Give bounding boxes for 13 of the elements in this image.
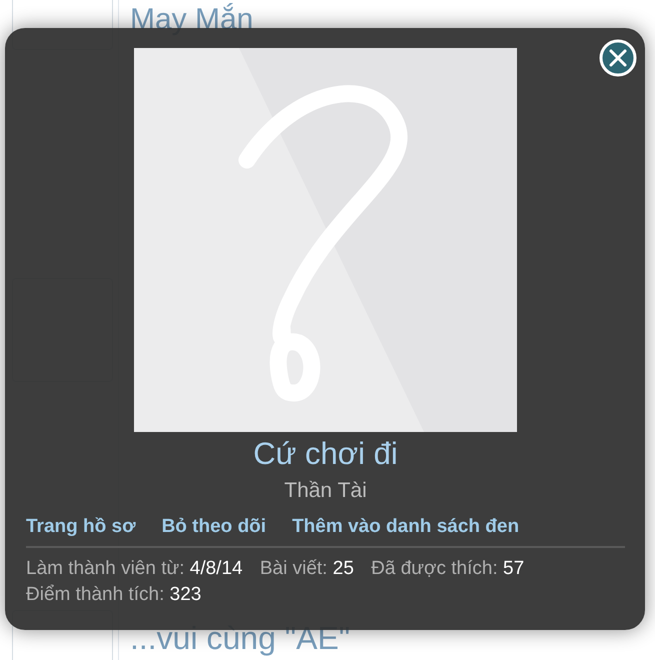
stat-value: 57 xyxy=(503,558,524,579)
stat-value: 4/8/14 xyxy=(190,558,243,579)
stat-label: Điểm thành tích: xyxy=(26,584,164,605)
user-title: Thần Tài xyxy=(284,478,367,504)
stat-value: 25 xyxy=(332,558,354,579)
stat-label: Bài viết: xyxy=(260,558,328,579)
stat-value: 323 xyxy=(170,584,202,605)
stat-label: Đã được thích: xyxy=(371,558,498,579)
username[interactable]: Cứ chơi đi xyxy=(253,436,398,472)
profile-link[interactable]: Trang hồ sơ xyxy=(26,516,136,538)
profile-link[interactable]: Bỏ theo dõi xyxy=(162,516,266,538)
stat-label: Làm thành viên từ: xyxy=(26,558,184,579)
profile-link[interactable]: Thêm vào danh sách đen xyxy=(292,516,520,538)
